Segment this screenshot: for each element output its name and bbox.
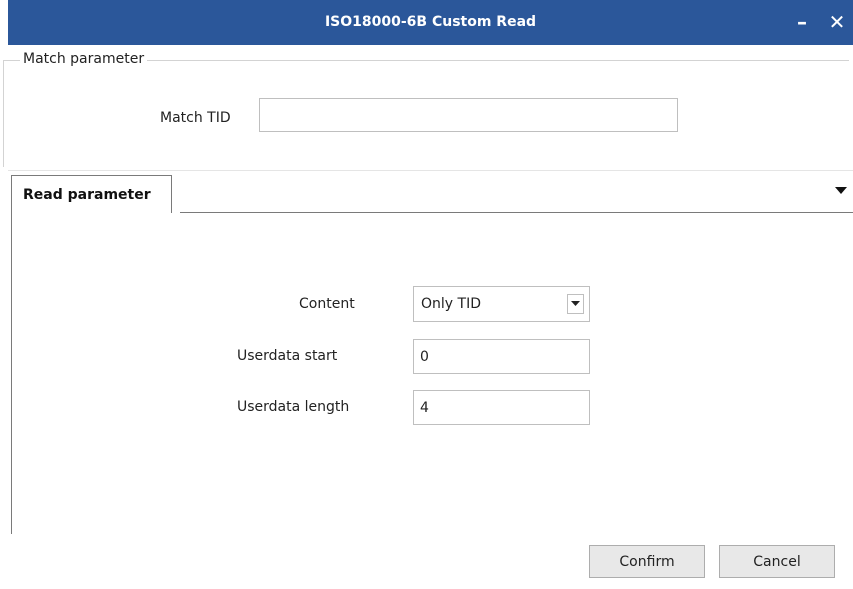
title-bar[interactable]: ISO18000-6B Custom Read – ✕ (8, 0, 853, 45)
cancel-button[interactable]: Cancel (719, 545, 835, 578)
triangle-down-icon[interactable] (833, 182, 849, 198)
content-select-value: Only TID (421, 296, 481, 312)
tab-strip-line (180, 212, 853, 213)
content-label: Content (299, 296, 355, 312)
close-button[interactable]: ✕ (820, 0, 853, 45)
match-tid-input[interactable] (259, 98, 678, 132)
tab-panel-border (11, 212, 12, 534)
confirm-button[interactable]: Confirm (589, 545, 705, 578)
match-tid-label: Match TID (160, 110, 231, 126)
chevron-down-icon[interactable] (567, 294, 584, 314)
content-select[interactable]: Only TID (413, 286, 590, 322)
minimize-button[interactable]: – (785, 0, 819, 45)
match-parameter-legend: Match parameter (20, 51, 148, 67)
section-divider (8, 170, 853, 171)
tab-read-parameter-label: Read parameter (23, 187, 151, 203)
userdata-start-label: Userdata start (237, 348, 338, 364)
tab-read-parameter[interactable]: Read parameter (11, 175, 172, 213)
userdata-length-input[interactable]: 4 (413, 390, 590, 425)
window-title: ISO18000-6B Custom Read (324, 14, 537, 30)
userdata-start-input[interactable]: 0 (413, 339, 590, 374)
userdata-length-label: Userdata length (237, 399, 350, 415)
